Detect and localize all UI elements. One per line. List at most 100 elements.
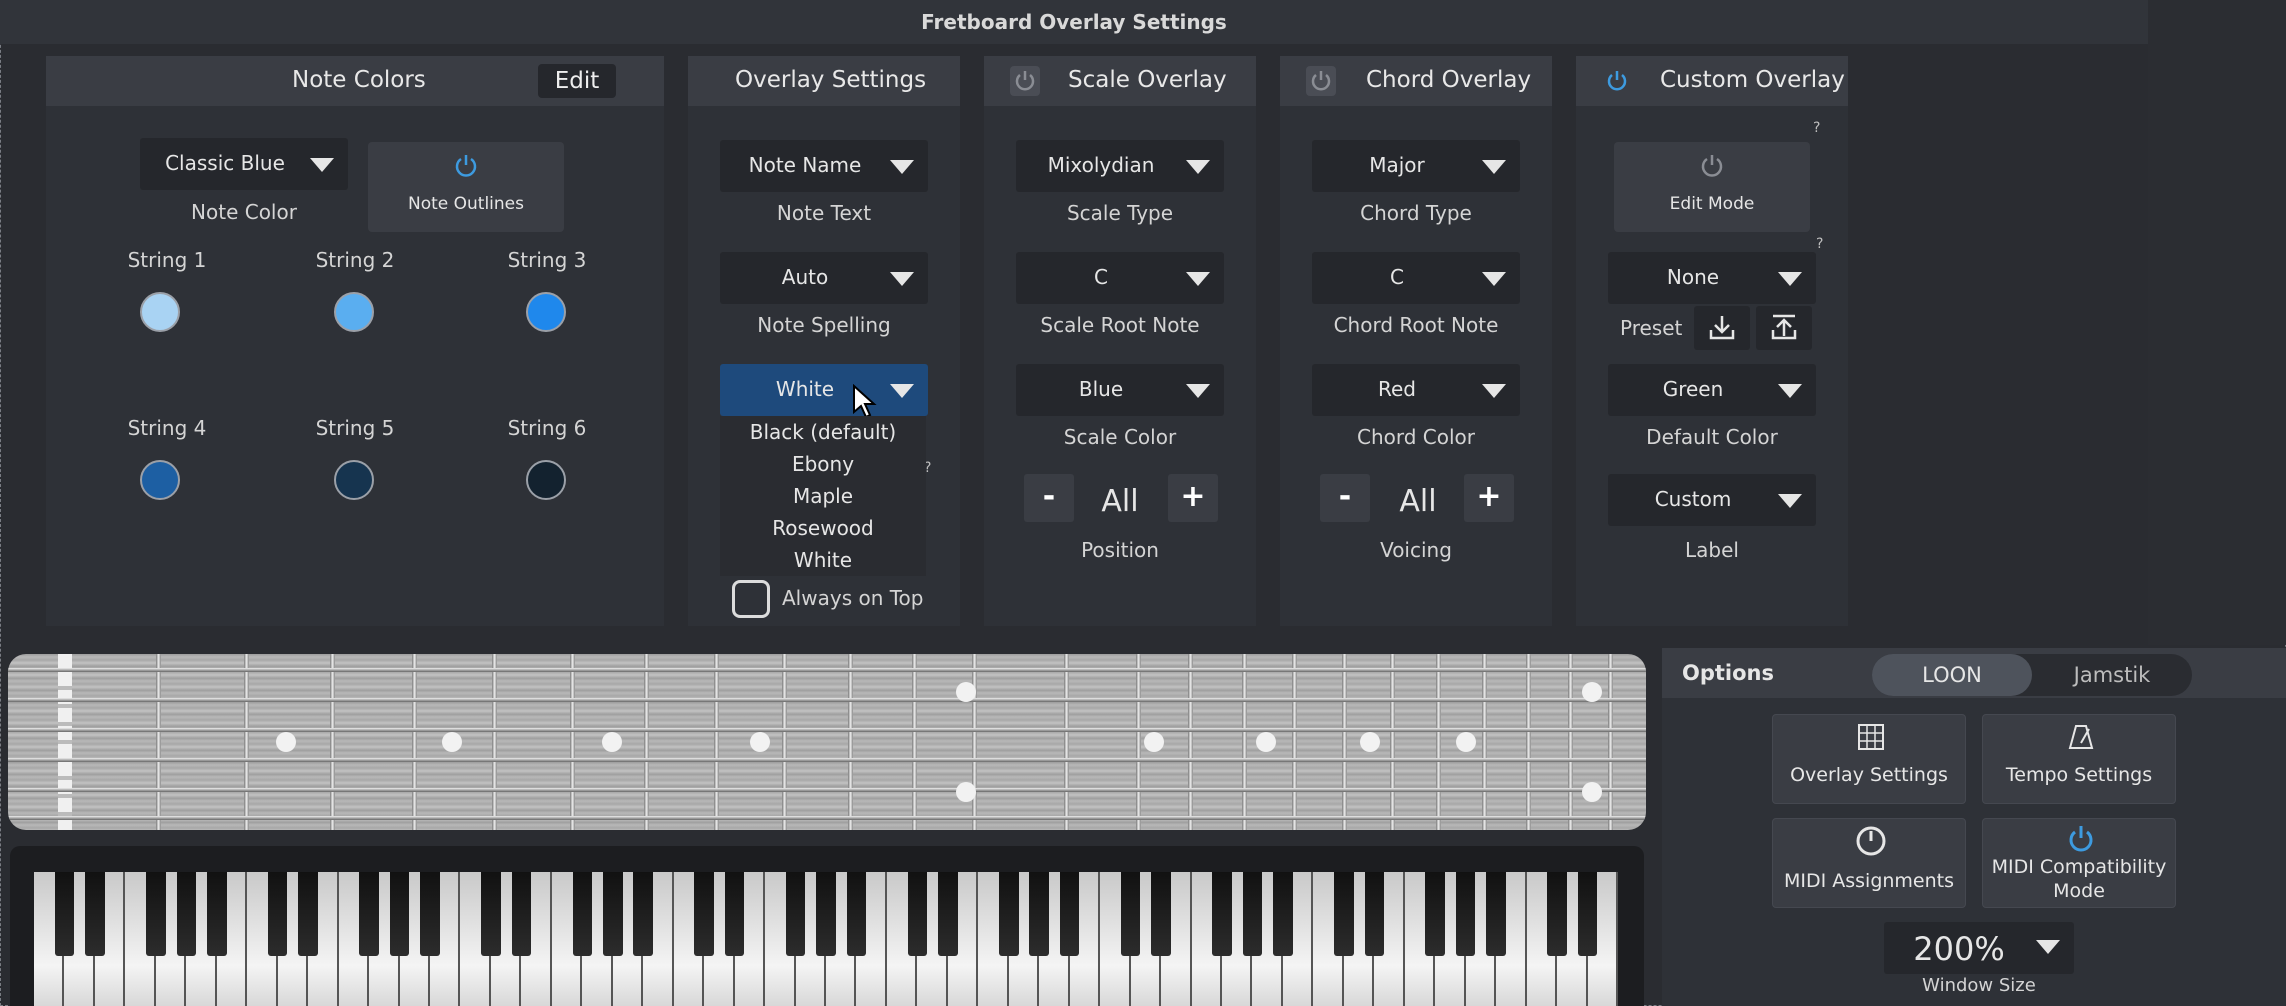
fret <box>912 654 917 830</box>
black-key[interactable] <box>85 872 105 956</box>
black-key[interactable] <box>938 872 958 956</box>
black-key[interactable] <box>298 872 318 956</box>
fret-marker <box>276 732 296 752</box>
black-key[interactable] <box>1425 872 1445 956</box>
voicing-plus-button[interactable]: + <box>1464 474 1514 522</box>
black-key[interactable] <box>207 872 227 956</box>
help-icon[interactable]: ? <box>1813 120 1820 136</box>
custom-overlay-power-toggle[interactable] <box>1602 66 1632 96</box>
window-title: Fretboard Overlay Settings <box>921 10 1227 34</box>
tempo-settings-button[interactable]: Tempo Settings <box>1982 714 2176 804</box>
black-key[interactable] <box>785 872 806 956</box>
black-key[interactable] <box>420 872 440 956</box>
chord-color-dropdown[interactable]: Red <box>1312 364 1520 416</box>
help-icon[interactable]: ? <box>1816 236 1823 252</box>
midi-assignments-button[interactable]: MIDI Assignments <box>1772 818 1966 908</box>
menu-item-rosewood[interactable]: Rosewood <box>720 512 926 544</box>
string-5-label: String 5 <box>315 416 395 440</box>
black-key[interactable] <box>1364 872 1385 956</box>
black-key[interactable] <box>511 872 532 956</box>
power-icon <box>1607 71 1627 91</box>
menu-item-white[interactable]: White <box>720 544 926 576</box>
fret <box>1342 654 1347 830</box>
power-icon <box>455 155 477 177</box>
chord-type-label: Chord Type <box>1360 201 1472 225</box>
string-1-color-swatch[interactable] <box>140 292 180 332</box>
chord-overlay-power-toggle[interactable] <box>1306 66 1336 96</box>
menu-item-ebony[interactable]: Ebony <box>720 448 926 480</box>
black-key[interactable] <box>572 872 593 956</box>
black-key[interactable] <box>1455 872 1476 956</box>
position-minus-button[interactable]: - <box>1024 474 1074 522</box>
label-dropdown[interactable]: Custom <box>1608 474 1816 526</box>
window-size-dropdown[interactable]: 200% <box>1884 922 2074 974</box>
preset-dropdown[interactable]: None <box>1608 252 1816 304</box>
black-key[interactable] <box>1029 872 1049 956</box>
scale-overlay-power-toggle[interactable] <box>1010 66 1040 96</box>
black-key[interactable] <box>1334 872 1354 956</box>
scale-type-dropdown[interactable]: Mixolydian <box>1016 140 1224 192</box>
fret-marker <box>750 732 770 752</box>
segment-loon[interactable]: LOON <box>1872 654 2032 696</box>
default-color-dropdown[interactable]: Green <box>1608 364 1816 416</box>
black-key[interactable] <box>724 872 745 956</box>
black-key[interactable] <box>846 872 867 956</box>
black-key[interactable] <box>633 872 653 956</box>
string-3-color-swatch[interactable] <box>526 292 566 332</box>
string-6-label: String 6 <box>507 416 587 440</box>
overlay-settings-button[interactable]: Overlay Settings <box>1772 714 1966 804</box>
black-key[interactable] <box>603 872 623 956</box>
midi-compatibility-mode-toggle[interactable]: MIDI Compatibility Mode <box>1982 818 2176 908</box>
always-on-top-checkbox[interactable] <box>732 580 770 618</box>
black-key[interactable] <box>176 872 197 956</box>
black-key[interactable] <box>1547 872 1567 956</box>
string-4-color-swatch[interactable] <box>140 460 180 500</box>
black-key[interactable] <box>999 872 1019 956</box>
chord-root-dropdown[interactable]: C <box>1312 252 1520 304</box>
scale-color-dropdown[interactable]: Blue <box>1016 364 1224 416</box>
scale-root-dropdown[interactable]: C <box>1016 252 1224 304</box>
fretboard-style-dropdown[interactable]: White <box>720 364 928 416</box>
black-key[interactable] <box>389 872 410 956</box>
black-key[interactable] <box>1273 872 1293 956</box>
chord-type-dropdown[interactable]: Major <box>1312 140 1520 192</box>
black-key[interactable] <box>1151 872 1171 956</box>
voicing-minus-button[interactable]: - <box>1320 474 1370 522</box>
note-spelling-dropdown[interactable]: Auto <box>720 252 928 304</box>
black-key[interactable] <box>267 872 288 956</box>
note-outlines-toggle[interactable]: Note Outlines <box>368 142 564 232</box>
black-key[interactable] <box>1486 872 1506 956</box>
black-key[interactable] <box>481 872 501 956</box>
title-bar: Fretboard Overlay Settings <box>0 0 2148 44</box>
menu-item-black[interactable]: Black (default) <box>720 416 926 448</box>
string-5-color-swatch[interactable] <box>334 460 374 500</box>
black-key[interactable] <box>816 872 836 956</box>
fret-marker <box>602 732 622 752</box>
overlay-settings-header: Overlay Settings <box>688 56 960 106</box>
chord-overlay-title: Chord Overlay <box>1366 67 1532 93</box>
position-plus-button[interactable]: + <box>1168 474 1218 522</box>
menu-item-maple[interactable]: Maple <box>720 480 926 512</box>
string-6-color-swatch[interactable] <box>526 460 566 500</box>
chord-root-label: Chord Root Note <box>1333 313 1499 337</box>
black-key[interactable] <box>694 872 714 956</box>
black-key[interactable] <box>1212 872 1232 956</box>
black-key[interactable] <box>146 872 166 956</box>
black-key[interactable] <box>1577 872 1598 956</box>
black-key[interactable] <box>359 872 379 956</box>
edit-colors-button[interactable]: Edit <box>538 64 616 98</box>
note-color-dropdown[interactable]: Classic Blue <box>140 138 348 190</box>
black-key[interactable] <box>907 872 928 956</box>
note-text-dropdown[interactable]: Note Name <box>720 140 928 192</box>
black-key[interactable] <box>1120 872 1141 956</box>
black-key[interactable] <box>1059 872 1080 956</box>
segment-jamstik[interactable]: Jamstik <box>2032 654 2192 696</box>
label-label: Label <box>1685 538 1739 562</box>
export-preset-button[interactable] <box>1756 306 1812 350</box>
string-2-color-swatch[interactable] <box>334 292 374 332</box>
black-key[interactable] <box>1242 872 1263 956</box>
import-preset-button[interactable] <box>1694 306 1750 350</box>
fret <box>714 654 719 830</box>
edit-mode-toggle[interactable]: Edit Mode <box>1614 142 1810 232</box>
black-key[interactable] <box>54 872 75 956</box>
